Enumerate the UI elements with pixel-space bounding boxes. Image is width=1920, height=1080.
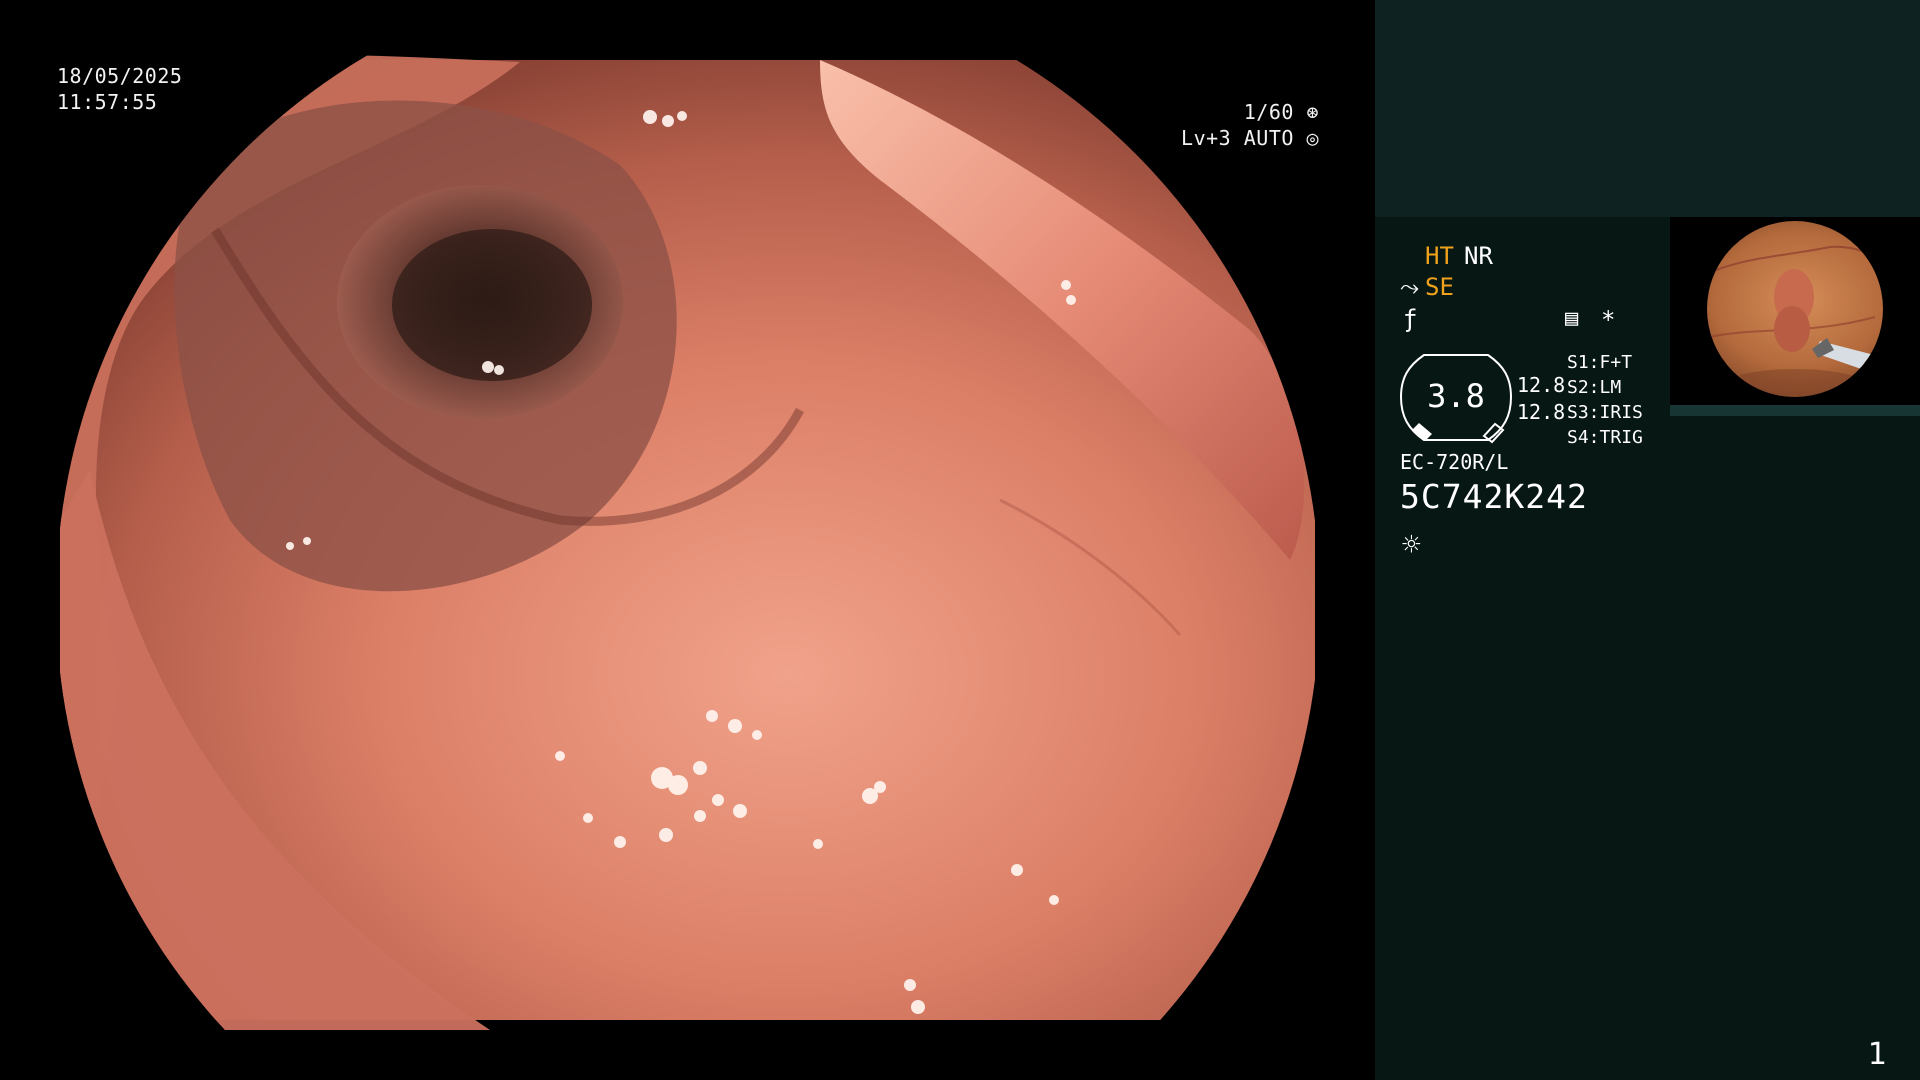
shutter-text: 1/60 xyxy=(1243,100,1294,124)
dial-value-text: 3.8 xyxy=(1427,377,1485,415)
left-value-1: 12.8 xyxy=(1517,373,1566,397)
switch-key-3: S3: xyxy=(1567,402,1600,423)
date-text: 18/05/2025 xyxy=(57,64,183,88)
switch-value-3: IRIS xyxy=(1599,402,1643,423)
left-value-2: 12.8 xyxy=(1517,400,1566,424)
timestamp: 18/05/2025 11:57:55 xyxy=(57,63,182,115)
scope-icon: ⤳ xyxy=(1400,273,1420,301)
nr-label: NR xyxy=(1464,242,1493,270)
top-status-block xyxy=(1375,0,1920,217)
switch-value-2: LM xyxy=(1599,377,1622,398)
page-number: 1 xyxy=(1867,1037,1887,1072)
switch-key-4: S4: xyxy=(1567,427,1600,448)
switch-value-1: F+T xyxy=(1599,352,1633,373)
asterisk-label: * xyxy=(1601,306,1616,334)
shutter-icon: ⊛ xyxy=(1306,100,1319,124)
se-label: SE xyxy=(1425,273,1454,301)
dial-gauge: 3.8 xyxy=(1399,354,1513,444)
left-values: 12.8 12.8 xyxy=(1517,372,1565,426)
light-icon: ☼ xyxy=(1402,527,1421,563)
switch-value-4: TRIG xyxy=(1599,427,1643,448)
time-text: 11:57:55 xyxy=(57,90,158,114)
thumbnail-footer xyxy=(1670,405,1920,416)
memo-icon: ▤ xyxy=(1565,306,1579,331)
thumbnail-image xyxy=(1670,217,1920,415)
auto-iris-icon: ◎ xyxy=(1306,126,1319,150)
function-icon: ƒ xyxy=(1403,305,1418,333)
exposure-info: 1/60 ⊛ Lv+3 AUTO ◎ xyxy=(1119,99,1319,151)
endoscope-image xyxy=(0,0,1375,1080)
switch-key-1: S1: xyxy=(1567,352,1600,373)
switch-key-2: S2: xyxy=(1567,377,1600,398)
endoscopy-image-area: 18/05/2025 11:57:55 1/60 ⊛ Lv+3 AUTO ◎ xyxy=(0,0,1375,1080)
scope-model: EC-720R/L xyxy=(1400,450,1509,474)
scope-serial: 5C742K242 xyxy=(1400,477,1588,516)
ht-label: HT xyxy=(1425,242,1454,270)
switch-list: S1:F+T S2:LM S3:IRIS S4:TRIG xyxy=(1567,350,1643,450)
level-text: Lv+3 AUTO xyxy=(1181,126,1294,150)
